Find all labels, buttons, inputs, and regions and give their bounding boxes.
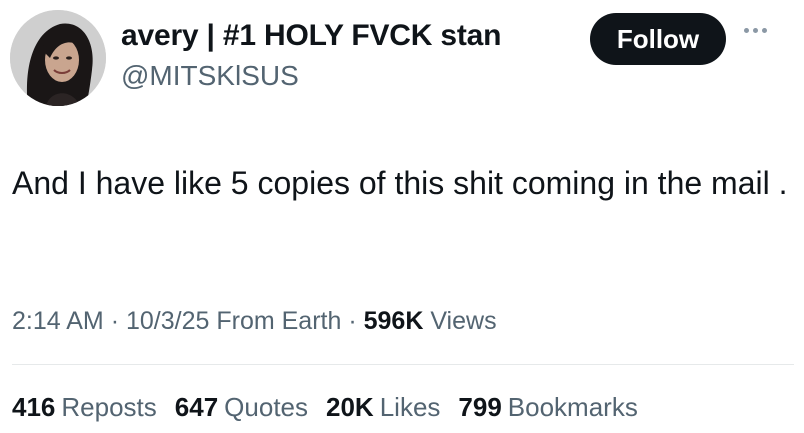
- likes-label: Likes: [379, 392, 441, 422]
- tweet-text: And I have like 5 copies of this shit co…: [12, 165, 788, 201]
- quotes-label: Quotes: [224, 392, 308, 422]
- dot: [753, 28, 758, 33]
- user-handle[interactable]: @MITSKlSUS: [121, 60, 299, 92]
- divider: [12, 364, 794, 365]
- separator: ·: [110, 307, 120, 335]
- bookmarks-label: Bookmarks: [507, 392, 638, 422]
- reposts-stat[interactable]: 416 Reposts: [12, 392, 157, 423]
- engagement-stats: 416 Reposts 647 Quotes 20K Likes 799 Bookmar…: [12, 392, 638, 423]
- reposts-count: 416: [12, 392, 56, 422]
- likes-count: 20K: [326, 392, 374, 422]
- avatar[interactable]: [10, 10, 106, 106]
- views-label: Views: [430, 307, 497, 335]
- views-count: 596K: [363, 307, 424, 335]
- reposts-label: Reposts: [61, 392, 157, 422]
- bookmarks-stat[interactable]: 799 Bookmarks: [458, 392, 637, 423]
- tweet-location: From Earth: [216, 307, 342, 335]
- quotes-count: 647: [174, 392, 219, 422]
- more-horizontal-icon[interactable]: [744, 28, 767, 33]
- bookmarks-count: 799: [458, 392, 502, 422]
- dot: [762, 28, 767, 33]
- avatar-image: [10, 10, 106, 106]
- display-name[interactable]: avery | #1 HOLY FVCK stan: [121, 19, 501, 53]
- separator: ·: [348, 307, 357, 335]
- dot: [744, 28, 749, 33]
- likes-stat[interactable]: 20K Likes: [326, 392, 440, 423]
- tweet-meta: 2:14 AM · 10/3/25 From Earth · 596K View…: [12, 307, 497, 336]
- follow-button[interactable]: Follow: [590, 13, 726, 65]
- tweet-date[interactable]: 10/3/25: [126, 307, 209, 335]
- quotes-stat[interactable]: 647 Quotes: [175, 392, 308, 423]
- tweet-time[interactable]: 2:14 AM: [12, 307, 104, 335]
